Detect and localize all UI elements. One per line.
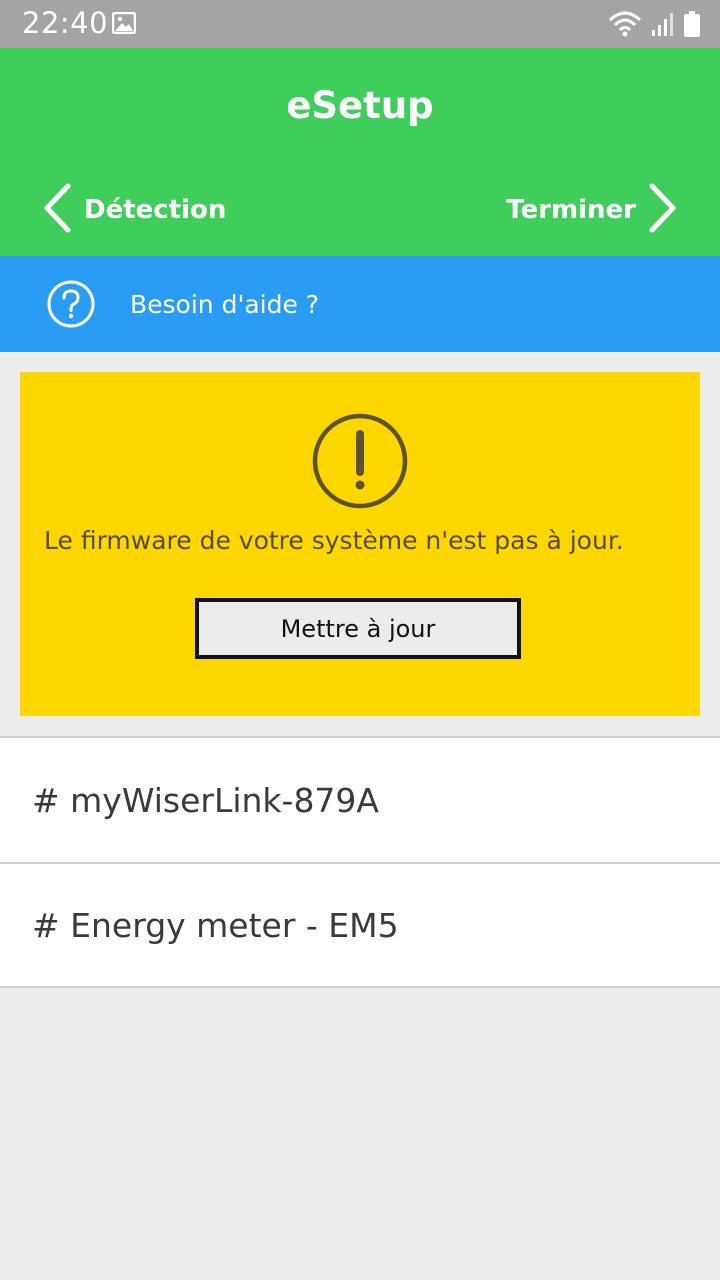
signal-icon — [652, 12, 674, 41]
help-bar[interactable]: Besoin d'aide ? — [0, 256, 720, 352]
help-label: Besoin d'aide ? — [130, 290, 320, 319]
list-item[interactable]: # myWiserLink-879A — [0, 736, 720, 862]
next-label: Terminer — [506, 195, 636, 225]
status-bar: 22:40 — [0, 0, 720, 48]
update-button[interactable]: Mettre à jour — [195, 598, 521, 659]
back-button[interactable]: Détection — [42, 182, 226, 238]
alert-message: Le firmware de votre système n'est pas à… — [44, 526, 624, 555]
question-circle-icon — [47, 280, 95, 328]
page-title: eSetup — [286, 84, 434, 127]
status-time: 22:40 — [22, 6, 109, 40]
chevron-right-icon — [648, 183, 678, 238]
chevron-left-icon — [42, 183, 72, 238]
app-header: eSetup Détection Terminer — [0, 48, 720, 256]
back-label: Détection — [84, 195, 227, 225]
next-button[interactable]: Terminer — [506, 182, 678, 238]
device-list: # myWiserLink-879A # Energy meter - EM5 — [0, 736, 720, 988]
firmware-alert: Le firmware de votre système n'est pas à… — [20, 372, 700, 716]
battery-icon — [684, 11, 700, 42]
image-icon — [111, 11, 137, 39]
status-icons — [608, 10, 700, 43]
wifi-icon — [608, 10, 642, 43]
list-item[interactable]: # Energy meter - EM5 — [0, 862, 720, 988]
warning-circle-icon — [311, 412, 409, 510]
